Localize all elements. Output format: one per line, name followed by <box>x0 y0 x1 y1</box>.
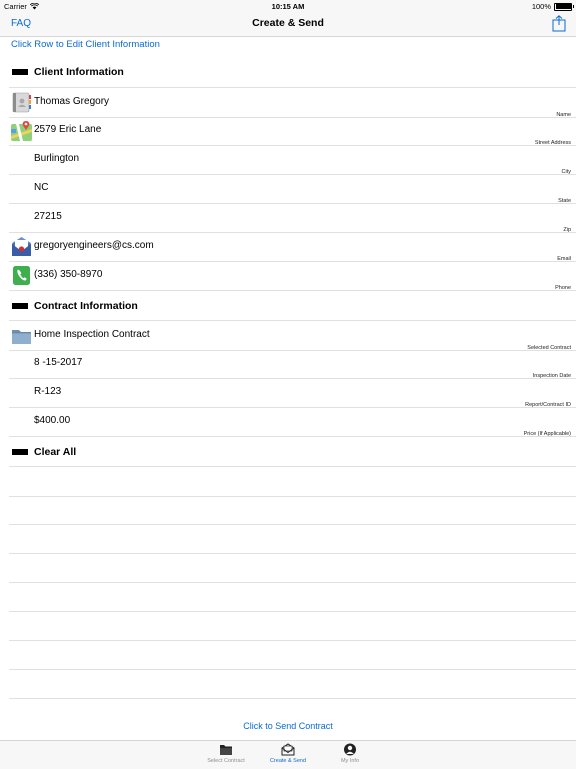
clear-all-label: Clear All <box>34 446 77 458</box>
contract-row-selected[interactable]: Home Inspection Contract Selected Contra… <box>9 320 576 351</box>
city-value: Burlington <box>34 153 80 164</box>
page-title: Create & Send <box>252 17 324 29</box>
folder-icon <box>12 330 31 344</box>
navigation-bar: FAQ Create & Send <box>0 12 576 37</box>
tab-label: Select Contract <box>207 758 245 764</box>
status-bar: Carrier 10:15 AM 100% <box>0 0 576 12</box>
send-contract-link[interactable]: Click to Send Contract <box>0 721 576 731</box>
empty-row <box>9 524 576 554</box>
client-row-state[interactable]: NC State <box>9 174 576 204</box>
section-title: Contract Information <box>34 300 138 312</box>
client-row-email[interactable]: gregoryengineers@cs.com Email <box>9 232 576 262</box>
client-information-header: Client Information <box>12 61 124 83</box>
battery-icon <box>554 2 574 11</box>
empty-row <box>9 466 576 497</box>
tab-select-contract[interactable]: Select Contract <box>196 743 256 764</box>
tab-label: My Info <box>340 758 360 764</box>
zip-value: 27215 <box>34 211 62 222</box>
client-row-city[interactable]: Burlington City <box>9 145 576 175</box>
tab-bar: Select Contract Create & Send My Info <box>0 740 576 769</box>
tab-create-send[interactable]: Create & Send <box>258 743 318 764</box>
section-marker <box>12 303 28 309</box>
envelope-icon <box>281 743 295 756</box>
phone-value: (336) 350-8970 <box>34 269 103 280</box>
contract-information-header: Contract Information <box>12 295 138 317</box>
phone-icon <box>13 266 30 285</box>
tab-my-info[interactable]: My Info <box>320 743 380 764</box>
battery-percent: 100% <box>531 2 551 11</box>
section-marker <box>12 449 28 455</box>
inspection-date-value: 8 -15-2017 <box>34 357 83 368</box>
maps-icon <box>11 121 32 141</box>
tab-label: Create & Send <box>269 758 307 764</box>
empty-row <box>9 582 576 612</box>
phone-caption: Phone <box>555 285 571 291</box>
price-value: $400.00 <box>34 415 71 426</box>
mail-icon <box>12 237 31 256</box>
client-row-street[interactable]: 2579 Eric Lane Street Address <box>9 116 576 146</box>
empty-row <box>9 553 576 583</box>
share-icon[interactable] <box>552 15 566 32</box>
client-name-value: Thomas Gregory <box>34 96 110 107</box>
email-value: gregoryengineers@cs.com <box>34 240 154 251</box>
empty-row <box>9 669 576 699</box>
battery-indicator: 100% <box>531 2 574 11</box>
contract-row-date[interactable]: 8 -15-2017 Inspection Date <box>9 349 576 379</box>
empty-row <box>9 611 576 641</box>
clear-all-button[interactable]: Clear All <box>12 441 76 463</box>
status-time: 10:15 AM <box>271 2 305 11</box>
empty-row <box>9 495 576 525</box>
contacts-icon <box>12 92 31 113</box>
folder-icon <box>220 745 232 755</box>
client-row-name[interactable]: Thomas Gregory Name <box>9 87 576 118</box>
price-caption: Price (If Applicable) <box>523 431 571 437</box>
contract-row-price[interactable]: $400.00 Price (If Applicable) <box>9 407 576 437</box>
section-marker <box>12 69 28 75</box>
contract-row-id[interactable]: R-123 Report/Contract ID <box>9 378 576 408</box>
section-title: Client Information <box>34 66 124 78</box>
client-row-phone[interactable]: (336) 350-8970 Phone <box>9 261 576 291</box>
selected-contract-value: Home Inspection Contract <box>34 329 150 340</box>
report-id-value: R-123 <box>34 386 62 397</box>
person-icon <box>344 743 356 756</box>
edit-hint: Click Row to Edit Client Information <box>11 39 160 50</box>
state-value: NC <box>34 182 49 193</box>
street-address-value: 2579 Eric Lane <box>34 124 102 135</box>
client-row-zip[interactable]: 27215 Zip <box>9 203 576 233</box>
empty-row <box>9 640 576 670</box>
